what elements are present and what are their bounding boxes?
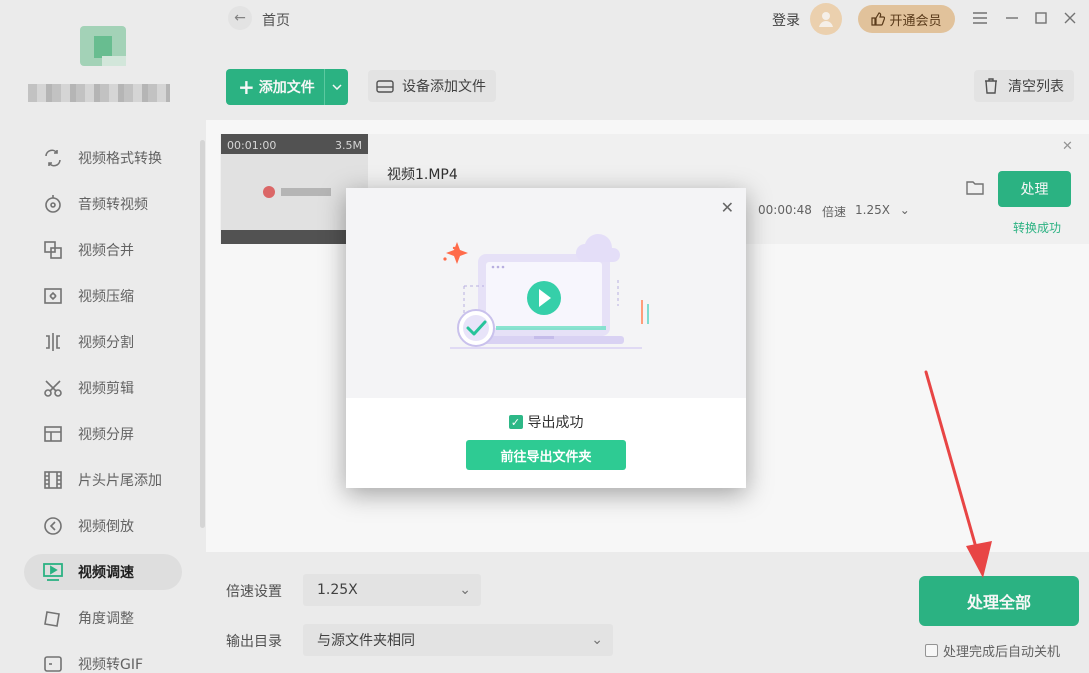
open-export-folder-label: 前往导出文件夹 [500, 449, 592, 465]
open-export-folder-button[interactable]: 前往导出文件夹 [466, 440, 626, 470]
export-success-message: ✓ 导出成功 [346, 412, 746, 432]
success-illustration [346, 188, 746, 398]
export-success-label: 导出成功 [527, 415, 584, 431]
export-success-dialog: ✕ ✓ 导出成功 前往导出文件夹 [346, 188, 746, 488]
dialog-close-button[interactable]: ✕ [721, 198, 734, 217]
check-icon: ✓ [508, 415, 523, 429]
laptop-illustration [443, 234, 649, 349]
close-icon: ✕ [720, 198, 734, 217]
